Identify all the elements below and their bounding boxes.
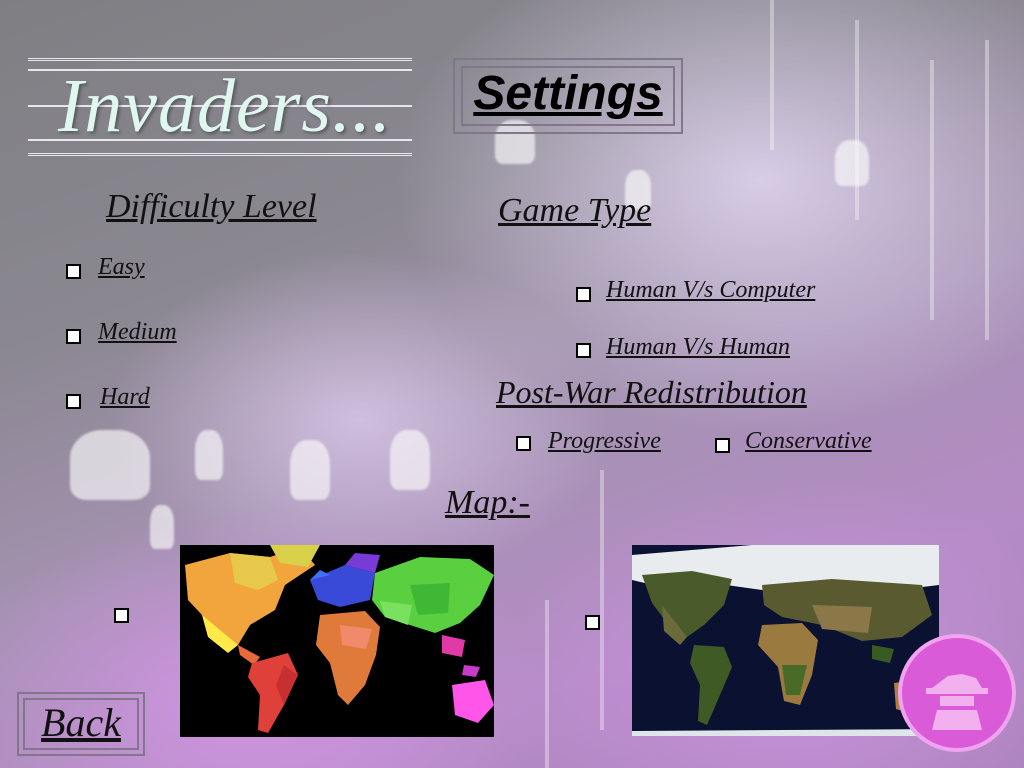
back-button[interactable]: Back [19, 698, 143, 748]
hard-option[interactable]: Hard [100, 384, 150, 411]
medium-checkbox[interactable] [66, 329, 81, 344]
easy-checkbox[interactable] [66, 264, 81, 279]
back-button-frame[interactable]: Back [17, 692, 145, 756]
rider-decoration [195, 430, 223, 480]
hard-checkbox[interactable] [66, 394, 81, 409]
rider-decoration [70, 430, 150, 500]
human-vs-computer-option[interactable]: Human V/s Computer [606, 277, 815, 304]
progressive-checkbox[interactable] [516, 436, 531, 451]
political-map-image[interactable] [180, 545, 494, 737]
tree-decoration [600, 470, 604, 730]
satellite-map-image[interactable] [632, 545, 939, 736]
political-map-icon [180, 545, 494, 737]
redistribution-heading: Post-War Redistribution [496, 374, 807, 410]
tree-decoration [545, 600, 549, 768]
political-map-checkbox[interactable] [114, 608, 129, 623]
rider-decoration [835, 140, 869, 186]
rider-decoration [290, 440, 330, 500]
map-heading: Map:- [445, 484, 530, 521]
page-title-frame: Settings [453, 58, 683, 134]
rider-decoration [150, 505, 174, 549]
conservative-option[interactable]: Conservative [745, 428, 872, 455]
emblem-icon [898, 634, 1016, 752]
tree-decoration [930, 60, 934, 320]
rider-decoration [390, 430, 430, 490]
difficulty-heading: Difficulty Level [106, 188, 317, 225]
medium-option[interactable]: Medium [98, 319, 177, 346]
game-type-heading: Game Type [498, 192, 652, 229]
page-title: Settings [473, 67, 663, 120]
logo-text: Invaders... [58, 64, 392, 148]
human-vs-human-checkbox[interactable] [576, 343, 591, 358]
satellite-map-icon [632, 545, 939, 736]
progressive-option[interactable]: Progressive [548, 428, 661, 455]
tree-decoration [770, 0, 774, 150]
human-vs-human-option[interactable]: Human V/s Human [606, 334, 790, 361]
conservative-checkbox[interactable] [715, 438, 730, 453]
easy-option[interactable]: Easy [98, 254, 145, 281]
human-vs-computer-checkbox[interactable] [576, 287, 591, 302]
tree-decoration [855, 20, 859, 220]
satellite-map-checkbox[interactable] [585, 615, 600, 630]
hat-figure-icon [926, 674, 988, 730]
tree-decoration [985, 40, 989, 340]
game-logo: Invaders... [28, 58, 412, 156]
